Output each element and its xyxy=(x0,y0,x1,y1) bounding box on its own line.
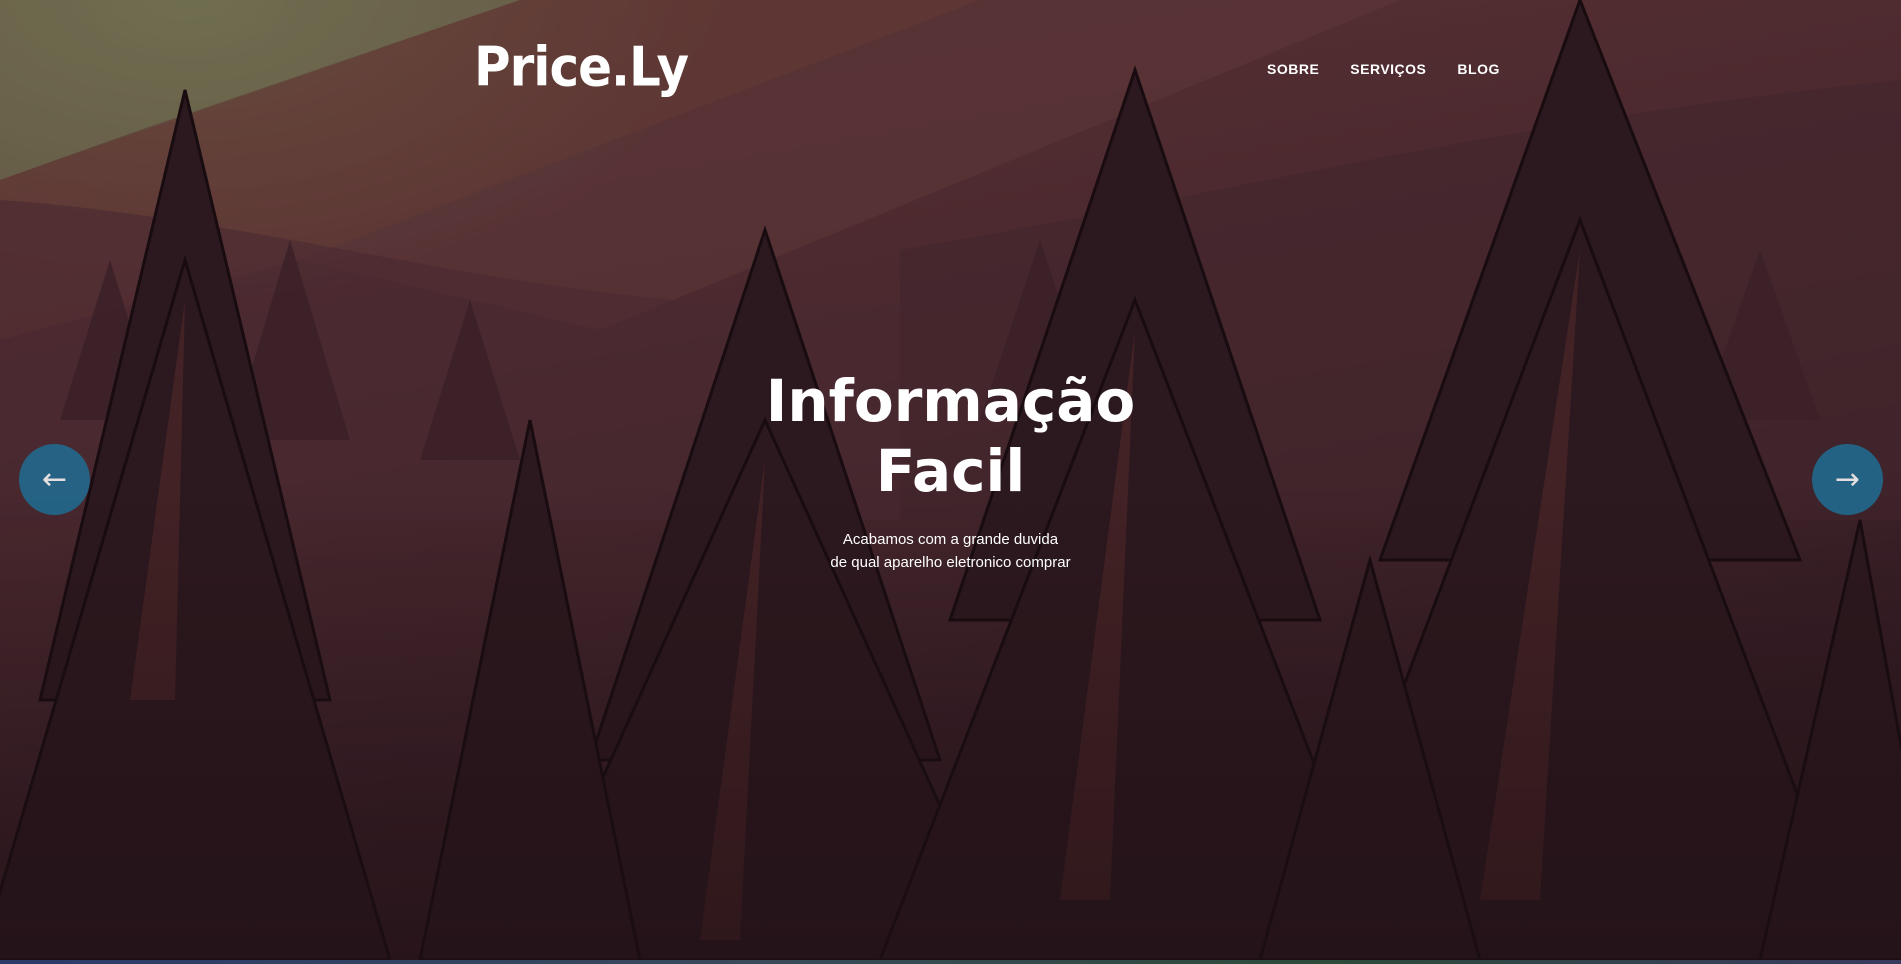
nav-item-servicos[interactable]: SERVIÇOS xyxy=(1350,61,1426,77)
hero-subtitle-line2: de qual aparelho eletronico comprar xyxy=(830,554,1071,571)
arrow-left-icon: ← xyxy=(41,461,68,497)
carousel-prev-button[interactable]: ← xyxy=(19,444,90,515)
hero-subtitle: Acabamos com a grande duvida de qual apar… xyxy=(700,528,1201,574)
hero-headline-line1: Informação xyxy=(765,367,1136,435)
hero-headline-line2: Facil xyxy=(875,437,1026,505)
arrow-right-icon: → xyxy=(1834,461,1861,497)
nav-item-sobre[interactable]: SOBRE xyxy=(1267,61,1319,77)
hero-headline: Informação Facil xyxy=(700,366,1201,506)
nav-item-blog[interactable]: BLOG xyxy=(1457,61,1499,77)
carousel-next-button[interactable]: → xyxy=(1812,444,1883,515)
page-bottom-edge xyxy=(0,960,1901,964)
main-nav: SOBRE SERVIÇOS BLOG xyxy=(1267,61,1500,77)
hero-subtitle-line1: Acabamos com a grande duvida xyxy=(842,531,1059,548)
brand-logo[interactable]: Price.Ly xyxy=(474,40,689,94)
hero-section: Price.Ly SOBRE SERVIÇOS BLOG Informação F… xyxy=(0,0,1901,960)
